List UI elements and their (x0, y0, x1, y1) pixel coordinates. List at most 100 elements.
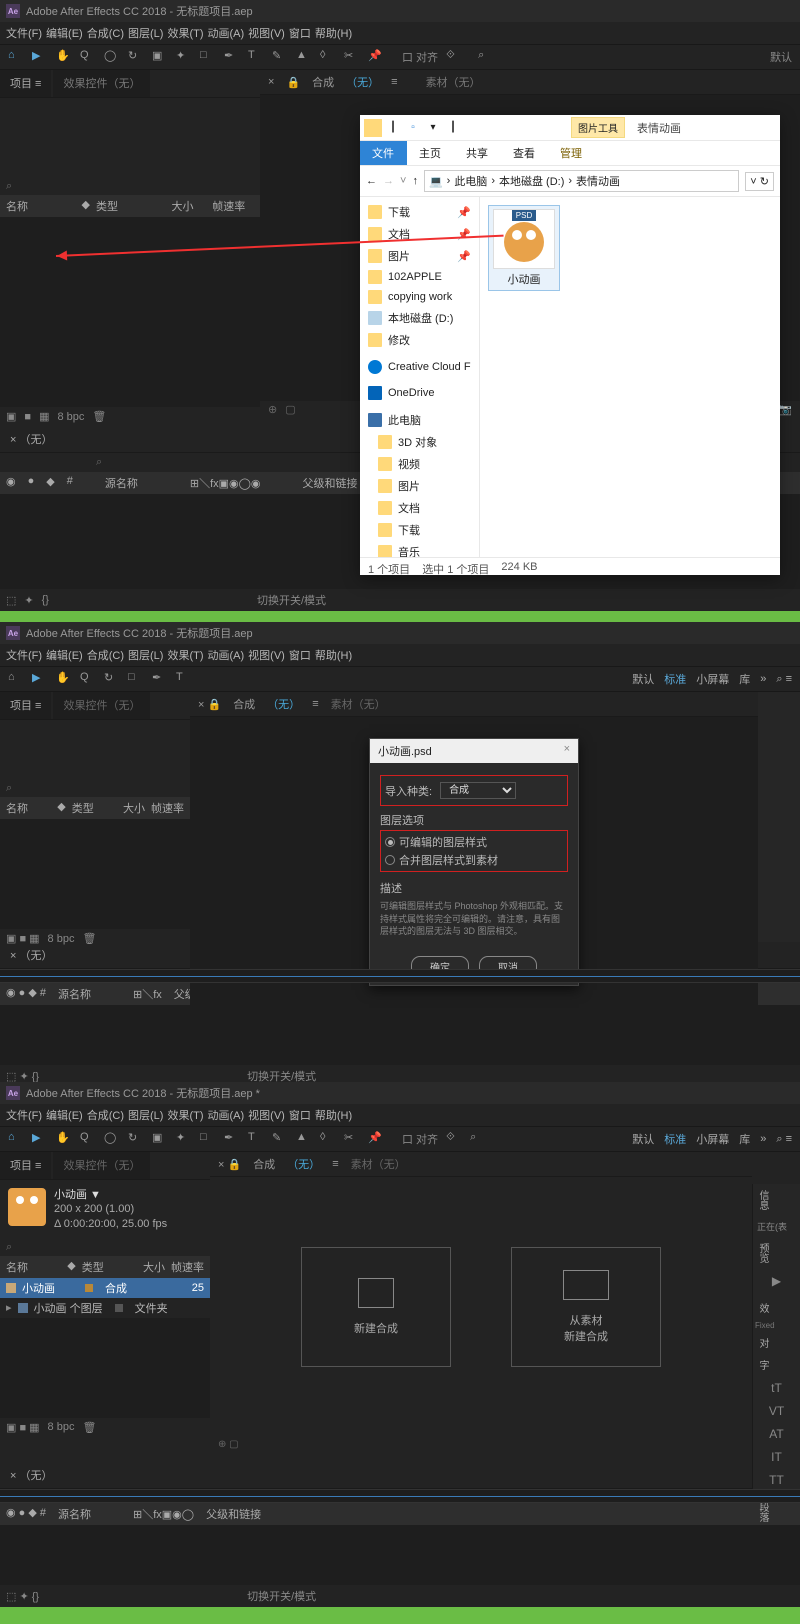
side-onedrive[interactable]: OneDrive (360, 383, 479, 403)
side-char-tab[interactable]: 字 (753, 1354, 772, 1376)
menu-comp[interactable]: 合成(C) (87, 1107, 124, 1123)
camera-tool-icon[interactable]: ▣ (152, 1131, 168, 1147)
effects-tab[interactable]: 效果控件（无） (53, 70, 150, 97)
zoom-tool-icon[interactable]: Q (80, 1131, 96, 1147)
workspace-default[interactable]: 默认 (770, 49, 792, 65)
eye-icon[interactable]: ◉ (6, 475, 16, 491)
char-at-icon[interactable]: AT (767, 1427, 787, 1445)
menu-layer[interactable]: 图层(L) (128, 1107, 163, 1123)
exp-image-tools[interactable]: 图片工具 (571, 117, 625, 138)
exp-tab-view[interactable]: 查看 (501, 141, 548, 165)
col-size[interactable]: 大小 (123, 800, 145, 816)
tl-mode[interactable]: 切换开关/模式 (257, 592, 326, 608)
tl-ft-icon[interactable]: ⬚ (6, 594, 16, 607)
import-kind-select[interactable]: 合成 (440, 782, 516, 799)
hand-tool-icon[interactable]: ✋ (56, 671, 72, 687)
zoom-tool-icon[interactable]: Q (80, 671, 96, 687)
col-name[interactable]: 名称 (6, 1259, 61, 1275)
rotation-tool-icon[interactable]: ↻ (128, 1131, 144, 1147)
project-item-folder[interactable]: ▸ 小动画 个图层 文件夹 (0, 1298, 210, 1318)
col-rate[interactable]: 帧速率 (212, 198, 254, 214)
search-icon[interactable]: ⌕ ≡ (776, 1133, 792, 1146)
bpc-label[interactable]: 8 bpc (57, 411, 84, 423)
brush-tool-icon[interactable]: ✎ (272, 49, 288, 65)
menu-view[interactable]: 视图(V) (248, 1107, 285, 1123)
tl-parent[interactable]: 父级和链接 (206, 1506, 261, 1522)
tl-source[interactable]: 源名称 (105, 475, 138, 491)
time-ruler[interactable] (0, 969, 800, 983)
menu-edit[interactable]: 编辑(E) (46, 25, 83, 41)
menu-edit[interactable]: 编辑(E) (46, 647, 83, 663)
brush-tool-icon[interactable]: ✎ (272, 1131, 288, 1147)
menu-file[interactable]: 文件(F) (6, 647, 42, 663)
comp-from-footage-button[interactable]: 从素材新建合成 (511, 1247, 661, 1367)
menu-view[interactable]: 视图(V) (248, 647, 285, 663)
side-pictures[interactable]: 图片📌 (360, 245, 479, 267)
exp-props-icon[interactable]: ▫ (404, 119, 422, 137)
text-tool-icon[interactable]: T (248, 49, 264, 65)
project-tab[interactable]: 项目 ≡ (0, 70, 51, 97)
col-size[interactable]: 大小 (172, 198, 207, 214)
home-icon[interactable]: ⌂ (8, 671, 24, 687)
search-icon[interactable]: ⌕ ≡ (776, 673, 792, 686)
rotation-tool-icon[interactable]: ↻ (104, 671, 120, 687)
footer-icon3[interactable]: ▦ (39, 410, 49, 423)
ws-default[interactable]: 默认 (632, 671, 654, 687)
side-pictures2[interactable]: 图片 (360, 475, 479, 497)
tl-tab[interactable]: × （无） (0, 426, 62, 452)
side-videos[interactable]: 视频 (360, 453, 479, 475)
project-search[interactable] (12, 181, 254, 193)
col-name[interactable]: 名称 (6, 800, 51, 816)
stamp-tool-icon[interactable]: ▲ (296, 49, 312, 65)
close-icon[interactable]: × (564, 743, 570, 759)
menu-help[interactable]: 帮助(H) (315, 1107, 352, 1123)
col-type[interactable]: 类型 (72, 800, 117, 816)
new-comp-button[interactable]: 新建合成 (301, 1247, 451, 1367)
tl-tab[interactable]: × （无） (0, 1462, 62, 1488)
project-item-comp[interactable]: 小动画 合成 25 (0, 1278, 210, 1298)
char-tt-icon[interactable]: tT (767, 1381, 787, 1399)
exp-content[interactable]: PSD 小动画 (480, 197, 780, 557)
side-cc-files[interactable]: Creative Cloud F (360, 357, 479, 377)
side-preview-tab[interactable]: 预览 (753, 1237, 772, 1269)
selection-tool-icon[interactable]: ▶ (32, 49, 48, 65)
tl-source[interactable]: 源名称 (58, 1506, 91, 1522)
side-music[interactable]: 音乐 (360, 541, 479, 557)
anchor-tool-icon[interactable]: ✦ (176, 49, 192, 65)
menu-window[interactable]: 窗口 (289, 1107, 311, 1123)
cam-icon[interactable]: 📷 (778, 403, 792, 416)
col-size[interactable]: 大小 (143, 1259, 165, 1275)
breadcrumb[interactable]: 💻 ›此电脑 ›本地磁盘 (D:) ›表情动画 (424, 170, 739, 192)
rect-tool-icon[interactable]: □ (128, 671, 144, 687)
zoom-icon[interactable]: ⊕ (268, 403, 277, 416)
ws-standard[interactable]: 标准 (664, 1131, 686, 1147)
zoom-tool-icon[interactable]: Q (80, 49, 96, 65)
side-align-tab[interactable]: 对 (753, 1332, 772, 1354)
exp-new-icon[interactable]: ▾ (424, 119, 442, 137)
crumb-folder[interactable]: 表情动画 (576, 173, 620, 189)
search-icon[interactable]: ⌕ (478, 49, 494, 65)
ws-more-icon[interactable]: » (760, 1133, 766, 1145)
preview-play-icon[interactable]: ▶ (767, 1274, 787, 1292)
side-drive-d[interactable]: 本地磁盘 (D:) (360, 307, 479, 329)
home-icon[interactable]: ⌂ (8, 49, 24, 65)
selection-tool-icon[interactable]: ▶ (32, 671, 48, 687)
menu-layer[interactable]: 图层(L) (128, 25, 163, 41)
project-body[interactable] (0, 217, 260, 407)
lock-col-icon[interactable]: ● (28, 475, 35, 491)
menu-edit[interactable]: 编辑(E) (46, 1107, 83, 1123)
label-color-icon[interactable] (85, 1284, 93, 1292)
char-vt-icon[interactable]: VT (767, 1404, 787, 1422)
exp-refresh-icon[interactable]: ˅ ↻ (745, 172, 774, 191)
timeline-body[interactable] (0, 1005, 800, 1065)
menu-file[interactable]: 文件(F) (6, 1107, 42, 1123)
menu-view[interactable]: 视图(V) (248, 25, 285, 41)
exp-tab-share[interactable]: 共享 (454, 141, 501, 165)
ws-small[interactable]: 小屏幕 (696, 671, 729, 687)
exp-tab-home[interactable]: 主页 (407, 141, 454, 165)
pen-tool-icon[interactable]: ✒ (224, 1131, 240, 1147)
rect-tool-icon[interactable]: □ (200, 1131, 216, 1147)
crumb-pc[interactable]: 此电脑 (454, 173, 487, 189)
tl-tab[interactable]: × （无） (0, 942, 62, 968)
menu-window[interactable]: 窗口 (289, 647, 311, 663)
